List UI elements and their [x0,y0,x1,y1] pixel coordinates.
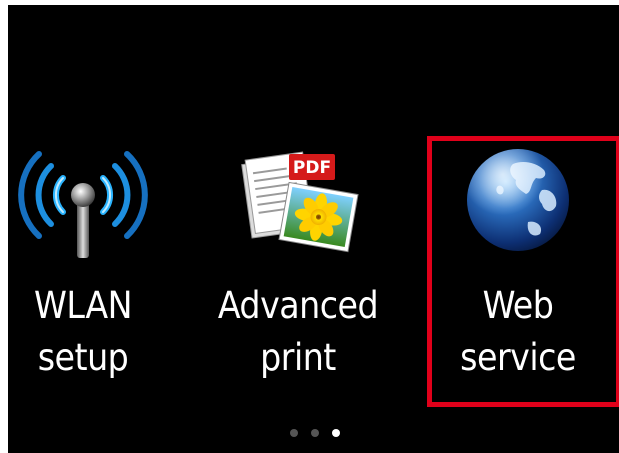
page-dot[interactable] [310,429,319,437]
wlan-setup-label: WLAN setup [34,284,132,379]
wifi-antenna-icon [8,130,178,270]
wlan-setup-button[interactable]: WLAN setup [8,130,178,395]
page-indicator [8,429,619,441]
page-dot[interactable] [289,429,298,437]
pdf-photo-icon: PDF [203,130,393,270]
page-dot-active[interactable] [331,429,340,437]
svg-text:PDF: PDF [293,158,331,178]
advanced-print-button[interactable]: PDF Advanced print [203,130,393,395]
printer-home-screen: WLAN setup PDF Advanced print Web servic… [8,5,619,453]
advanced-print-label: Advanced print [217,284,379,379]
selection-highlight [427,136,619,407]
